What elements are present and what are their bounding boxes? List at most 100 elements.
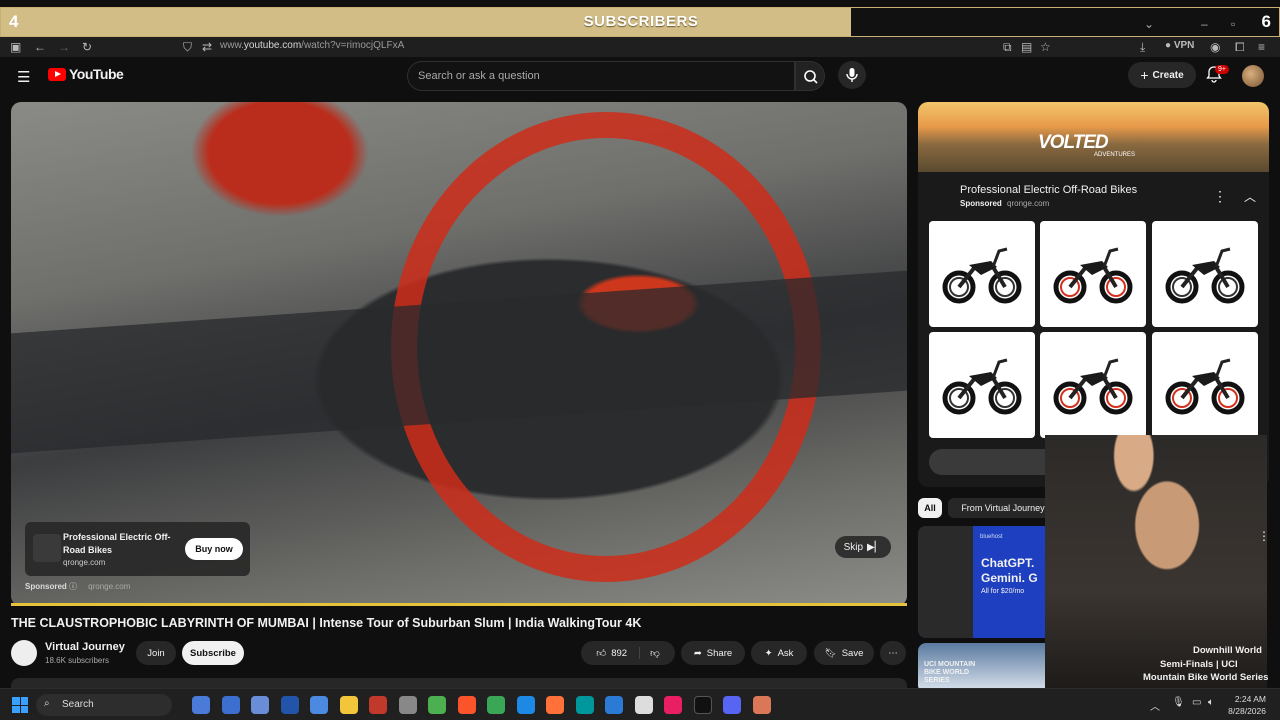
sidebar-toggle-icon[interactable]: ▣ bbox=[10, 40, 21, 54]
search-button[interactable] bbox=[795, 61, 825, 91]
edge-icon[interactable] bbox=[516, 696, 535, 714]
back-icon[interactable]: ← bbox=[34, 40, 46, 54]
channel-name[interactable]: Virtual Journey bbox=[45, 641, 125, 653]
clock-date: 8/28/2026 bbox=[1228, 706, 1266, 716]
ad-banner-image: VOLTED ADVENTURES bbox=[918, 102, 1269, 172]
ask-button[interactable]: ✦ Ask bbox=[751, 641, 807, 665]
brave-icon[interactable] bbox=[457, 696, 476, 714]
chip-from-channel[interactable]: From Virtual Journey bbox=[948, 498, 1058, 518]
remote-icon[interactable] bbox=[310, 696, 328, 714]
join-button[interactable]: Join bbox=[136, 641, 176, 665]
menu-icon[interactable]: ≡ bbox=[1258, 40, 1265, 54]
dislike-button[interactable]: 👎︎ bbox=[640, 647, 660, 659]
more-vertical-icon[interactable]: ⋮ bbox=[1213, 188, 1227, 205]
subscriber-count: 18.6K subscribers bbox=[45, 656, 110, 665]
product-tile[interactable] bbox=[1040, 221, 1146, 327]
extensions-icon[interactable]: ⧠ bbox=[1235, 40, 1245, 55]
bookmark-star-icon[interactable]: ☆ bbox=[1040, 40, 1051, 54]
collapse-chevron-icon[interactable]: ︿ bbox=[1244, 188, 1256, 205]
windows-start-icon[interactable] bbox=[12, 697, 28, 713]
vpn-button[interactable]: ● VPN bbox=[1165, 40, 1194, 51]
video-ad-card[interactable]: Professional Electric Off-Road Bikes qro… bbox=[25, 522, 250, 576]
product-tile[interactable] bbox=[929, 221, 1035, 327]
terminal-icon[interactable] bbox=[221, 696, 240, 714]
chrome-icon[interactable] bbox=[487, 696, 505, 714]
subscriber-title: SUBSCRIBERS bbox=[583, 13, 699, 30]
shield-icon[interactable]: ⛉ bbox=[183, 40, 192, 55]
channel-avatar[interactable] bbox=[11, 640, 37, 666]
widgets-icon[interactable] bbox=[192, 696, 210, 714]
ad-thumbnail bbox=[33, 534, 61, 562]
youtube-logo[interactable]: YouTube bbox=[48, 66, 124, 82]
voice-search-button[interactable] bbox=[838, 61, 866, 89]
rec-2-title-line1[interactable]: Downhill World bbox=[1193, 645, 1262, 656]
tiktok-icon[interactable] bbox=[693, 696, 712, 714]
buy-now-button[interactable]: Buy now bbox=[185, 538, 243, 560]
claude-icon[interactable] bbox=[752, 696, 771, 714]
like-button[interactable]: 👍︎ 892 bbox=[596, 647, 641, 659]
sponsored-ad-panel[interactable]: VOLTED ADVENTURES Professional Electric … bbox=[918, 102, 1269, 487]
reader-icon[interactable]: ▤ bbox=[1021, 40, 1032, 54]
tray-chevron-icon[interactable]: ︿ bbox=[1150, 698, 1160, 713]
description-box[interactable] bbox=[11, 678, 907, 688]
info-icon[interactable]: ⓘ bbox=[69, 582, 77, 591]
site-settings-icon[interactable]: ⇄ bbox=[202, 40, 212, 54]
ad-progress-bar[interactable] bbox=[11, 603, 907, 606]
thumbs-down-icon: 👎︎ bbox=[650, 648, 660, 659]
like-dislike-group: 👍︎ 892 👎︎ bbox=[581, 641, 675, 665]
file-explorer-icon[interactable] bbox=[339, 696, 358, 714]
chrome-alt-icon[interactable] bbox=[428, 696, 446, 714]
forward-icon[interactable]: → bbox=[58, 40, 70, 54]
brand-subtitle: ADVENTURES bbox=[1094, 152, 1136, 158]
skip-ad-button[interactable]: Skip ▶▏ bbox=[835, 536, 891, 558]
rec-2-title-line2[interactable]: Semi-Finals | UCI bbox=[1160, 659, 1238, 670]
openai-icon[interactable] bbox=[634, 696, 653, 714]
search-icon: ⌕ bbox=[44, 698, 50, 709]
maximize-icon[interactable]: ▫ bbox=[1231, 17, 1235, 31]
taskbar-search[interactable]: ⌕ Search bbox=[36, 694, 172, 716]
browser-toolbar: ▣ ← → ↻ ⛉ ⇄ www.youtube.com/watch?v=rimo… bbox=[0, 37, 1280, 57]
download-icon[interactable]: ⤓ bbox=[1140, 40, 1145, 55]
rec-1-line1: ChatGPT. bbox=[981, 556, 1035, 570]
minimize-icon[interactable]: – bbox=[1201, 17, 1208, 31]
create-label: Create bbox=[1152, 69, 1184, 81]
reload-icon[interactable]: ↻ bbox=[82, 40, 92, 54]
vm-icon[interactable] bbox=[280, 696, 299, 714]
circle-app-icon[interactable] bbox=[398, 696, 417, 714]
address-bar[interactable]: www.youtube.com/watch?v=rimocjQLFxA bbox=[220, 40, 404, 51]
subscribe-button[interactable]: Subscribe bbox=[182, 641, 244, 665]
share-button[interactable]: ➦ Share bbox=[681, 641, 745, 665]
account-avatar[interactable] bbox=[1242, 65, 1264, 87]
rec-2-title-line3[interactable]: Mountain Bike World Series bbox=[1143, 672, 1268, 683]
tray-network-icon[interactable]: ▭ bbox=[1192, 697, 1201, 708]
create-button[interactable]: + Create bbox=[1128, 62, 1196, 88]
arduino-icon[interactable] bbox=[575, 696, 594, 714]
chevron-down-icon[interactable]: ⌄ bbox=[1144, 17, 1154, 31]
brand-logo: VOLTED bbox=[1038, 132, 1109, 153]
chip-all[interactable]: All bbox=[918, 498, 942, 518]
rec-more-icon[interactable]: ⋮ bbox=[1258, 529, 1270, 543]
app-icon[interactable] bbox=[664, 696, 682, 714]
vscode-icon[interactable] bbox=[605, 696, 623, 714]
dirt-bike-image bbox=[1053, 358, 1133, 415]
news-icon[interactable] bbox=[369, 696, 387, 714]
network-icon[interactable] bbox=[251, 696, 269, 714]
product-tile[interactable] bbox=[929, 332, 1035, 438]
search-input[interactable]: Search or ask a question bbox=[407, 61, 795, 91]
hamburger-menu-icon[interactable]: ☰ bbox=[17, 68, 30, 86]
product-tile[interactable] bbox=[1152, 332, 1258, 438]
product-tile[interactable] bbox=[1152, 221, 1258, 327]
skip-label: Skip bbox=[843, 541, 864, 553]
firefox-icon[interactable] bbox=[546, 696, 564, 714]
profile-icon[interactable]: ◉ bbox=[1210, 40, 1220, 54]
rec-1-badge: bluehost bbox=[980, 534, 1003, 540]
save-button[interactable]: 🔖︎ Save bbox=[814, 641, 874, 665]
product-tile[interactable] bbox=[1040, 332, 1146, 438]
more-horizontal-icon: ⋯ bbox=[888, 647, 898, 659]
system-clock[interactable]: 2:24 AM 8/28/2026 bbox=[1228, 693, 1266, 717]
tray-volume-icon[interactable]: 🔈︎ bbox=[1208, 697, 1214, 708]
tray-mic-icon[interactable]: 🎙︎ bbox=[1172, 697, 1185, 708]
screenshot-icon[interactable]: ⧉ bbox=[1003, 40, 1012, 55]
discord-icon[interactable] bbox=[723, 696, 741, 714]
more-actions-button[interactable]: ⋯ bbox=[880, 641, 906, 665]
